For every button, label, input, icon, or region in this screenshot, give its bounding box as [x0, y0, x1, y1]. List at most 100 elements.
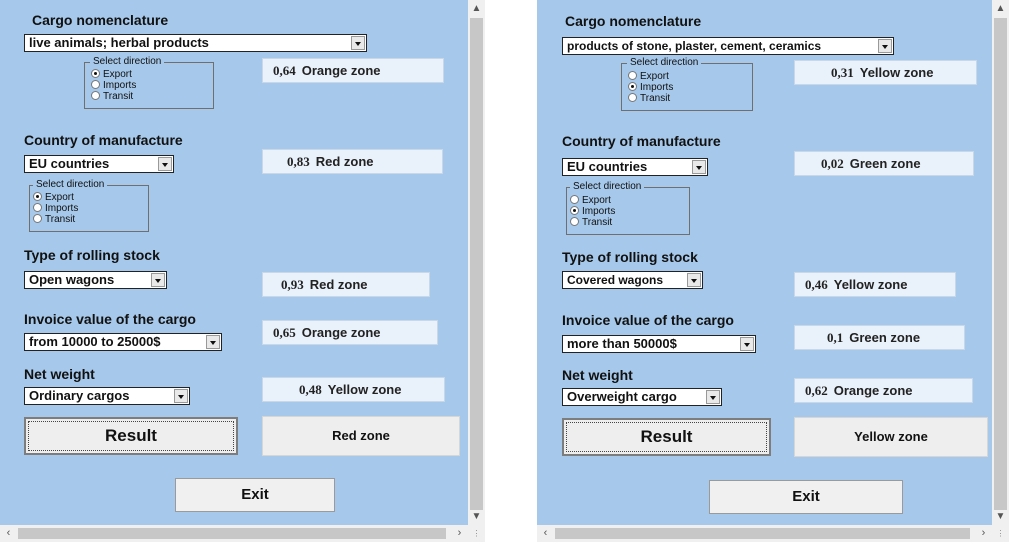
scrollbar-thumb[interactable] [555, 528, 970, 539]
country-value: EU countries [567, 159, 648, 174]
rolling-stock-zone-label: Yellow zone [833, 277, 908, 292]
exit-button[interactable]: Exit [175, 478, 335, 512]
radio-icon[interactable] [570, 194, 579, 204]
invoice-heading: Invoice value of the cargo [562, 312, 734, 328]
rolling-stock-zone-indicator: 0,46 Yellow zone [794, 272, 956, 297]
form-window-left: Cargo nomenclature live animals; herbal … [0, 0, 485, 542]
radio-icon[interactable] [91, 90, 100, 100]
horizontal-scrollbar[interactable]: ‹ › [537, 525, 992, 542]
invoice-heading: Invoice value of the cargo [24, 311, 196, 327]
country-direction-title: Select direction [570, 181, 645, 193]
cargo-direction-transit[interactable]: Transit [628, 92, 670, 104]
resize-grip-icon[interactable]: ⋮ [992, 525, 1009, 542]
chevron-right-icon[interactable]: › [975, 525, 992, 542]
cargo-direction-export[interactable]: Export [91, 68, 132, 80]
exit-button[interactable]: Exit [709, 480, 903, 514]
country-direction-export[interactable]: Export [570, 194, 611, 206]
invoice-zone-indicator: 0,65 Orange zone [262, 320, 438, 345]
chevron-down-icon[interactable] [692, 160, 706, 174]
scrollbar-thumb[interactable] [470, 18, 483, 510]
result-button[interactable]: Result [24, 417, 238, 455]
chevron-down-icon[interactable] [158, 157, 172, 171]
net-weight-select[interactable]: Overweight cargo [562, 388, 722, 406]
rolling-stock-value: Open wagons [29, 272, 115, 287]
cargo-zone-indicator: 0,31 Yellow zone [794, 60, 977, 85]
chevron-down-icon[interactable] [740, 337, 754, 351]
vertical-scrollbar[interactable]: ▲ ▼ [468, 0, 485, 525]
radio-icon[interactable] [91, 79, 100, 89]
net-weight-zone-value: 0,48 [299, 382, 322, 397]
chevron-down-icon[interactable] [878, 39, 892, 53]
cargo-nomenclature-select[interactable]: products of stone, plaster, cement, cera… [562, 37, 894, 55]
cargo-direction-export[interactable]: Export [628, 70, 669, 82]
radio-icon[interactable] [33, 213, 42, 223]
result-button[interactable]: Result [562, 418, 771, 456]
chevron-left-icon[interactable]: ‹ [0, 525, 17, 542]
invoice-zone-value: 0,65 [273, 325, 296, 340]
radio-checked-icon[interactable] [628, 81, 637, 91]
country-select[interactable]: EU countries [24, 155, 174, 173]
radio-checked-icon[interactable] [570, 205, 579, 215]
form-area: Cargo nomenclature live animals; herbal … [0, 0, 468, 525]
chevron-up-icon[interactable]: ▲ [992, 0, 1009, 17]
cargo-nomenclature-heading: Cargo nomenclature [32, 12, 169, 28]
radio-icon[interactable] [628, 92, 637, 102]
invoice-value: more than 50000$ [567, 336, 677, 351]
rolling-stock-zone-label: Red zone [309, 277, 368, 292]
net-weight-value: Overweight cargo [567, 389, 677, 404]
cargo-zone-indicator: 0,64 Orange zone [262, 58, 444, 83]
chevron-down-icon[interactable]: ▼ [468, 508, 485, 525]
country-zone-indicator: 0,83 Red zone [262, 149, 443, 174]
cargo-direction-transit[interactable]: Transit [91, 90, 133, 102]
horizontal-scrollbar[interactable]: ‹ › [0, 525, 468, 542]
rolling-stock-select[interactable]: Covered wagons [562, 271, 703, 289]
invoice-select[interactable]: from 10000 to 25000$ [24, 333, 222, 351]
country-zone-label: Red zone [315, 154, 374, 169]
scrollbar-thumb[interactable] [994, 18, 1007, 510]
invoice-value: from 10000 to 25000$ [29, 334, 161, 349]
chevron-right-icon[interactable]: › [451, 525, 468, 542]
chevron-up-icon[interactable]: ▲ [468, 0, 485, 17]
country-heading: Country of manufacture [562, 133, 721, 149]
radio-icon[interactable] [628, 70, 637, 80]
country-direction-export[interactable]: Export [33, 191, 74, 203]
vertical-scrollbar[interactable]: ▲ ▼ [992, 0, 1009, 525]
invoice-zone-indicator: 0,1 Green zone [794, 325, 965, 350]
radio-icon[interactable] [570, 216, 579, 226]
country-zone-label: Green zone [849, 156, 921, 171]
chevron-down-icon[interactable] [687, 273, 701, 287]
chevron-down-icon[interactable] [706, 390, 720, 404]
rolling-stock-select[interactable]: Open wagons [24, 271, 167, 289]
country-direction-imports[interactable]: Imports [570, 205, 615, 217]
country-direction-transit[interactable]: Transit [570, 216, 612, 228]
radio-checked-icon[interactable] [33, 191, 42, 201]
cargo-direction-imports[interactable]: Imports [628, 81, 673, 93]
chevron-down-icon[interactable] [351, 36, 365, 50]
rolling-stock-value: Covered wagons [567, 273, 664, 287]
cargo-direction-title: Select direction [90, 56, 165, 68]
cargo-direction-imports[interactable]: Imports [91, 79, 136, 91]
chevron-left-icon[interactable]: ‹ [537, 525, 554, 542]
chevron-down-icon[interactable] [174, 389, 188, 403]
cargo-zone-label: Orange zone [301, 63, 381, 78]
net-weight-heading: Net weight [562, 367, 633, 383]
form-window-right: Cargo nomenclature products of stone, pl… [537, 0, 1009, 542]
radio-checked-icon[interactable] [91, 68, 100, 78]
radio-icon[interactable] [33, 202, 42, 212]
invoice-zone-value: 0,1 [827, 330, 844, 345]
scrollbar-thumb[interactable] [18, 528, 446, 539]
chevron-down-icon[interactable]: ▼ [992, 508, 1009, 525]
cargo-nomenclature-select[interactable]: live animals; herbal products [24, 34, 367, 52]
form-area: Cargo nomenclature products of stone, pl… [537, 0, 992, 525]
chevron-down-icon[interactable] [151, 273, 165, 287]
net-weight-zone-indicator: 0,62 Orange zone [794, 378, 973, 403]
country-direction-imports[interactable]: Imports [33, 202, 78, 214]
country-select[interactable]: EU countries [562, 158, 708, 176]
country-direction-transit[interactable]: Transit [33, 213, 75, 225]
invoice-select[interactable]: more than 50000$ [562, 335, 756, 353]
chevron-down-icon[interactable] [206, 335, 220, 349]
net-weight-select[interactable]: Ordinary cargos [24, 387, 190, 405]
cargo-nomenclature-value: live animals; herbal products [29, 35, 209, 50]
invoice-zone-label: Green zone [849, 330, 921, 345]
resize-grip-icon[interactable]: ⋮ [468, 525, 485, 542]
